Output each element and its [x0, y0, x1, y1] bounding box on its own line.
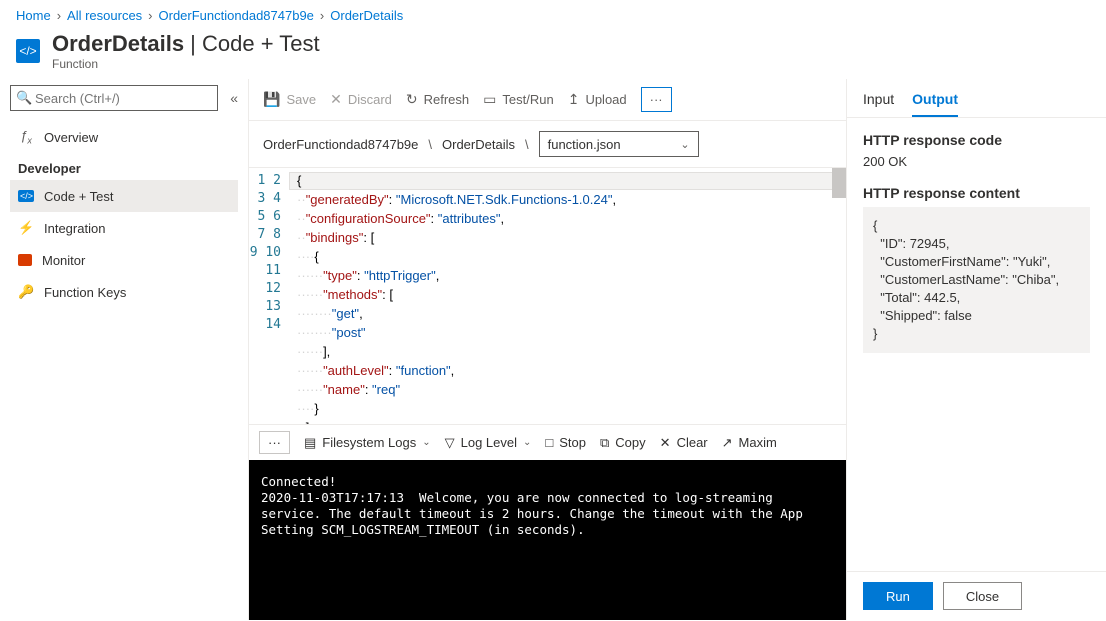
filesystem-logs-button[interactable]: ▤Filesystem Logs⌄: [304, 435, 431, 451]
filter-icon: ▽: [445, 435, 455, 451]
log-toolbar: ··· ▤Filesystem Logs⌄ ▽Log Level⌄ □Stop …: [249, 424, 846, 460]
sidebar-item-overview[interactable]: ƒx Overview: [10, 121, 238, 153]
refresh-button[interactable]: ↻Refresh: [406, 91, 469, 108]
response-code-label: HTTP response code: [863, 132, 1090, 148]
toolbar: 💾Save ✕Discard ↻Refresh ▭Test/Run ↥Uploa…: [249, 79, 846, 121]
chevron-right-icon: ›: [148, 8, 152, 23]
sidebar-item-integration[interactable]: ⚡ Integration: [10, 212, 238, 244]
upload-icon: ↥: [568, 91, 580, 108]
test-panel: Input Output HTTP response code 200 OK H…: [846, 79, 1106, 620]
key-icon: 🔑: [18, 284, 34, 300]
search-input[interactable]: [10, 85, 218, 111]
more-icon: ···: [268, 435, 281, 450]
clear-icon: ✕: [660, 435, 671, 451]
breadcrumb-all-resources[interactable]: All resources: [67, 8, 142, 23]
path-segment-func: OrderDetails: [442, 137, 515, 152]
response-content-box[interactable]: { "ID": 72945, "CustomerFirstName": "Yuk…: [863, 207, 1090, 353]
response-code-value: 200 OK: [863, 154, 1090, 169]
maximize-button[interactable]: ↗Maxim: [722, 435, 777, 451]
monitor-icon: [18, 254, 32, 266]
file-dropdown-value: function.json: [548, 137, 621, 152]
path-separator: \: [525, 137, 529, 152]
code-editor[interactable]: 1 2 3 4 5 6 7 8 9 10 11 12 13 14 { ··"ge…: [249, 168, 846, 424]
collapse-sidebar-icon[interactable]: «: [230, 90, 238, 106]
more-icon: ···: [650, 92, 663, 107]
lightning-icon: ⚡: [18, 220, 34, 236]
log-more-button[interactable]: ···: [259, 431, 290, 454]
file-dropdown[interactable]: function.json ⌄: [539, 131, 699, 157]
overview-icon: ƒx: [18, 128, 34, 146]
sidebar-item-label: Overview: [44, 130, 98, 145]
tab-output[interactable]: Output: [912, 91, 958, 117]
page-subtitle: Function: [52, 57, 320, 71]
sidebar-item-function-keys[interactable]: 🔑 Function Keys: [10, 276, 238, 308]
page-title: OrderDetails | Code + Test: [52, 31, 320, 57]
discard-button[interactable]: ✕Discard: [330, 91, 392, 108]
sidebar: 🔍 « ƒx Overview Developer </> Code + Tes…: [0, 79, 248, 620]
sidebar-item-label: Monitor: [42, 253, 85, 268]
breadcrumb-function-app[interactable]: OrderFunctiondad8747b9e: [159, 8, 314, 23]
path-segment-app: OrderFunctiondad8747b9e: [263, 137, 418, 152]
function-icon: </>: [16, 39, 40, 63]
breadcrumb-function[interactable]: OrderDetails: [330, 8, 403, 23]
more-button[interactable]: ···: [641, 87, 672, 112]
stop-button[interactable]: □Stop: [545, 435, 586, 450]
sidebar-item-code-test[interactable]: </> Code + Test: [10, 180, 238, 212]
test-run-button[interactable]: ▭Test/Run: [483, 91, 554, 108]
copy-icon: ⧉: [600, 435, 609, 451]
save-icon: 💾: [263, 91, 280, 108]
search-icon: 🔍: [16, 90, 32, 106]
path-separator: \: [428, 137, 432, 152]
sidebar-item-label: Integration: [44, 221, 105, 236]
chevron-right-icon: ›: [57, 8, 61, 23]
file-path-row: OrderFunctiondad8747b9e \ OrderDetails \…: [249, 121, 846, 168]
sidebar-item-label: Function Keys: [44, 285, 126, 300]
breadcrumb: Home › All resources › OrderFunctiondad8…: [0, 0, 1106, 31]
tab-input[interactable]: Input: [863, 91, 894, 117]
log-level-button[interactable]: ▽Log Level⌄: [445, 435, 532, 451]
clear-button[interactable]: ✕Clear: [660, 435, 708, 451]
sidebar-item-label: Code + Test: [44, 189, 114, 204]
chevron-down-icon: ⌄: [422, 437, 430, 448]
stop-icon: □: [545, 435, 553, 450]
line-number-gutter: 1 2 3 4 5 6 7 8 9 10 11 12 13 14: [249, 168, 289, 424]
breadcrumb-home[interactable]: Home: [16, 8, 51, 23]
upload-button[interactable]: ↥Upload: [568, 91, 627, 108]
close-button[interactable]: Close: [943, 582, 1022, 610]
refresh-icon: ↻: [406, 91, 418, 108]
chevron-down-icon: ⌄: [680, 138, 689, 151]
code-icon: </>: [18, 190, 34, 202]
code-content[interactable]: { ··"generatedBy": "Microsoft.NET.Sdk.Fu…: [289, 168, 846, 424]
response-content-label: HTTP response content: [863, 185, 1090, 201]
run-button[interactable]: Run: [863, 582, 933, 610]
page-header: </> OrderDetails | Code + Test Function: [0, 31, 1106, 79]
save-button[interactable]: 💾Save: [263, 91, 316, 108]
copy-button[interactable]: ⧉Copy: [600, 435, 646, 451]
discard-icon: ✕: [330, 91, 342, 108]
chevron-down-icon: ⌄: [523, 437, 531, 448]
maximize-icon: ↗: [722, 435, 733, 451]
testrun-icon: ▭: [483, 91, 496, 108]
chevron-right-icon: ›: [320, 8, 324, 23]
sidebar-section-developer: Developer: [10, 153, 238, 180]
sidebar-item-monitor[interactable]: Monitor: [10, 244, 238, 276]
logs-icon: ▤: [304, 435, 316, 451]
log-console[interactable]: Connected! 2020-11-03T17:17:13 Welcome, …: [249, 460, 846, 620]
